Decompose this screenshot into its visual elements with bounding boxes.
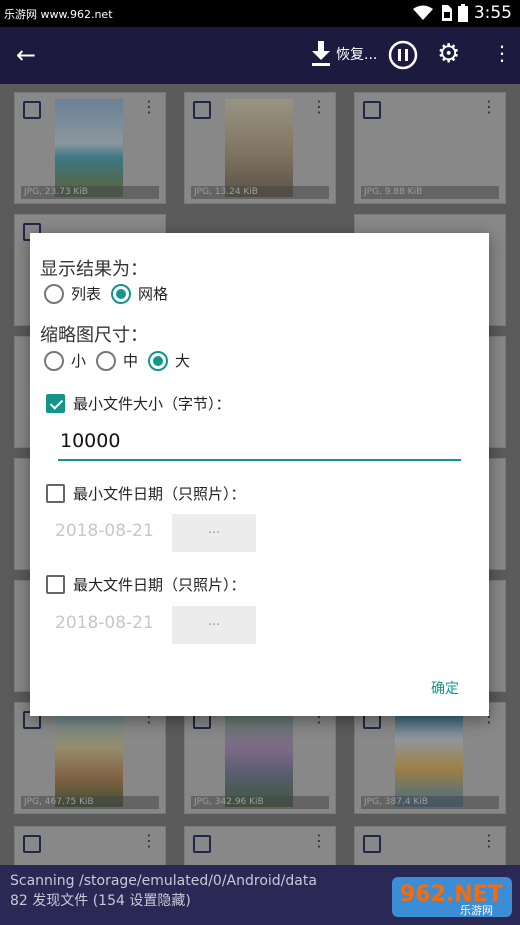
radio-small-label: 小	[71, 352, 87, 370]
min-size-input[interactable]: 10000	[58, 425, 461, 461]
clock: 3:55	[473, 3, 512, 23]
max-date-picker-button[interactable]: ...	[172, 606, 256, 644]
app-bar: ← 恢复... ⚙ ⋮	[0, 27, 520, 84]
display-radio-group: 列表 网格	[44, 283, 178, 304]
radio-grid-label: 网格	[138, 285, 169, 303]
radio-large[interactable]	[148, 350, 169, 371]
restore-label: 恢复...	[336, 47, 378, 63]
wifi-icon	[412, 5, 433, 20]
battery-icon	[457, 4, 468, 22]
radio-medium-label: 中	[123, 352, 139, 370]
thumb-size-label: 缩略图尺寸：	[40, 325, 148, 346]
min-date-value: 2018-08-21	[55, 521, 154, 541]
display-as-label: 显示结果为：	[40, 259, 148, 280]
scan-status-bar: Scanning /storage/emulated/0/Android/dat…	[0, 865, 520, 925]
min-size-checkbox[interactable]	[46, 394, 65, 413]
radio-list[interactable]	[44, 283, 64, 304]
min-date-picker-button[interactable]: ...	[172, 514, 256, 552]
pause-icon[interactable]	[388, 40, 418, 70]
back-arrow-icon[interactable]: ←	[16, 41, 36, 69]
settings-dialog: 显示结果为： 列表 网格 缩略图尺寸： 小 中 大 最小文件大小（字节）： 10…	[30, 233, 489, 716]
radio-list-label: 列表	[71, 285, 102, 303]
restore-button[interactable]: 恢复...	[310, 41, 377, 67]
min-size-row[interactable]: 最小文件大小（字节）：	[46, 393, 231, 414]
radio-grid[interactable]	[111, 283, 132, 304]
gear-icon[interactable]: ⚙	[437, 39, 460, 69]
sim-icon	[441, 5, 452, 21]
thumb-size-radio-group: 小 中 大	[44, 350, 200, 371]
logo-subtext: 乐游网	[460, 904, 493, 917]
min-date-checkbox[interactable]	[46, 484, 65, 503]
site-logo: 962.NET 乐游网	[392, 877, 512, 917]
radio-small[interactable]	[44, 350, 64, 371]
min-date-row[interactable]: 最小文件日期（只照片）：	[46, 483, 246, 504]
max-date-row[interactable]: 最大文件日期（只照片）：	[46, 574, 246, 595]
more-vert-icon[interactable]: ⋮	[492, 41, 512, 65]
radio-large-label: 大	[175, 352, 191, 370]
radio-medium[interactable]	[96, 350, 117, 371]
status-bar: 乐游网 www.962.net 3:55	[0, 0, 520, 27]
status-icons: 3:55	[412, 3, 512, 23]
max-date-value: 2018-08-21	[55, 613, 154, 633]
min-date-label: 最小文件日期（只照片）：	[73, 485, 246, 503]
max-date-checkbox[interactable]	[46, 575, 65, 594]
ok-button[interactable]: 确定	[431, 678, 459, 698]
download-icon	[312, 41, 330, 66]
watermark-text: 乐游网 www.962.net	[4, 8, 113, 21]
min-size-label: 最小文件大小（字节）：	[73, 395, 231, 413]
max-date-label: 最大文件日期（只照片）：	[73, 576, 246, 594]
